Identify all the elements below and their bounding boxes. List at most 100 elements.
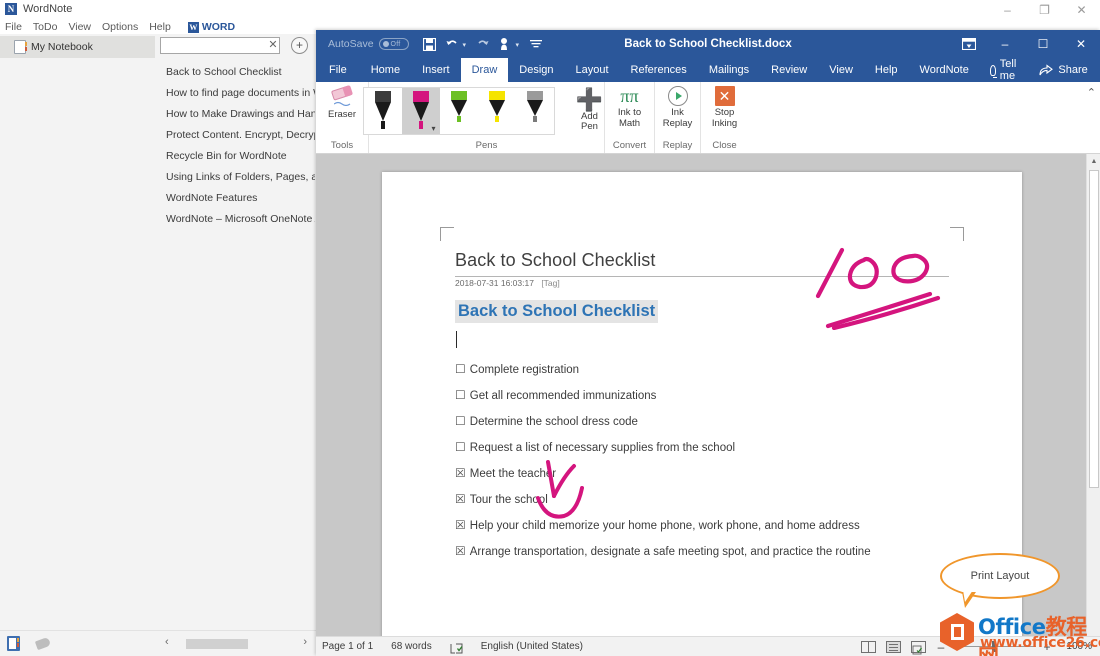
pen-yellow[interactable] [478,88,516,134]
watermark-url: www.office26.com [980,635,1100,651]
tab-insert[interactable]: Insert [411,58,461,82]
list-item[interactable]: ☒ Meet the teacher [455,460,995,486]
ribbon-group-label-tools: Tools [330,140,354,151]
hscroll-thumb[interactable] [186,639,248,649]
tab-home[interactable]: Home [360,58,411,82]
collapse-ribbon-icon[interactable]: ⌃ [1087,86,1096,99]
search-clear-icon[interactable]: ✕ [266,38,280,53]
read-mode-icon[interactable] [861,640,876,653]
tab-file[interactable]: File [316,58,360,82]
eraser-button[interactable]: Eraser [321,85,363,121]
list-item[interactable]: ☒ Help your child memorize your home phon… [455,512,995,538]
ink-to-math-label-line2: Math [618,117,641,129]
list-item[interactable]: Back to School Checklist [160,62,315,83]
pen-magenta[interactable]: ▾ [401,88,440,134]
pen-green[interactable] [440,88,478,134]
checkbox-icon[interactable]: ☐ [455,440,466,454]
margin-corner-top-right [950,227,964,241]
list-item[interactable]: Recycle Bin for WordNote [160,146,315,167]
tab-references[interactable]: References [620,58,698,82]
document-page[interactable]: Back to School Checklist 2018-07-31 16:0… [382,172,1022,636]
list-item[interactable]: ☐ Get all recommended immunizations [455,382,995,408]
checkbox-icon[interactable]: ☐ [455,414,466,428]
list-item[interactable]: ☒ Arrange transportation, designate a saf… [455,538,995,564]
office-logo-icon [940,613,974,651]
list-item[interactable]: WordNote – Microsoft OneNote Altern [160,209,315,230]
notebook-selector[interactable]: My Notebook [0,36,155,58]
proofing-icon[interactable] [450,641,463,654]
checkbox-icon[interactable]: ☒ [455,492,466,506]
list-item[interactable]: ☐ Request a list of necessary supplies fr… [455,434,995,460]
tell-me-box[interactable]: Tell me [980,58,1030,82]
word-badge-label: WORD [201,21,236,33]
word-close-button[interactable]: ✕ [1062,30,1100,58]
wordnote-title: WordNote [23,3,73,15]
note-timestamp: 2018-07-31 16:03:17 [455,278,534,288]
tab-view[interactable]: View [818,58,864,82]
list-item-label: Get all recommended immunizations [469,390,657,402]
menu-item-file[interactable]: File [5,21,22,33]
tab-help[interactable]: Help [864,58,909,82]
share-button[interactable]: Share [1029,58,1097,82]
wordnote-minimize-button[interactable]: – [989,0,1026,20]
wordnote-maximize-button[interactable]: ❐ [1026,0,1063,20]
list-item-label: Determine the school dress code [469,416,638,428]
ink-replay-button[interactable]: Ink Replay [657,86,699,129]
pen-dropdown-icon[interactable]: ▾ [431,124,435,133]
stop-inking-button[interactable]: ✕ Stop Inking [704,86,746,129]
menu-item-options[interactable]: Options [102,21,138,33]
word-badge[interactable]: W WORD [187,21,236,33]
page-indicator[interactable]: Page 1 of 1 [322,641,373,652]
pen-black[interactable] [364,88,402,134]
language-indicator[interactable]: English (United States) [481,641,583,652]
search-input[interactable] [160,37,280,54]
pen-gray[interactable] [516,88,554,134]
print-layout-icon[interactable] [886,640,901,653]
wordnote-logo-icon: N [5,3,17,15]
page-list-hscrollbar[interactable]: ‹ › [160,636,315,652]
menu-item-todo[interactable]: ToDo [33,21,58,33]
word-restore-button[interactable]: ☐ [1024,30,1062,58]
list-item[interactable]: WordNote Features [160,188,315,209]
hscroll-track[interactable] [174,639,304,649]
scroll-up-icon[interactable]: ▲ [1087,154,1100,168]
tab-draw[interactable]: Draw [460,58,509,82]
tab-mailings[interactable]: Mailings [698,58,760,82]
list-item[interactable]: ☐ Determine the school dress code [455,408,995,434]
add-page-button[interactable]: + [291,37,308,54]
word-count[interactable]: 68 words [391,641,432,652]
list-item[interactable]: ☒ Tour the school [455,486,995,512]
tab-layout[interactable]: Layout [565,58,620,82]
ink-to-math-button[interactable]: ππ Ink to Math [609,86,651,129]
list-item[interactable]: Using Links of Folders, Pages, and Par [160,167,315,188]
notebook-icon[interactable] [7,636,20,651]
checkbox-icon[interactable]: ☐ [455,362,466,376]
menu-item-help[interactable]: Help [149,21,171,33]
vscroll-thumb[interactable] [1089,170,1099,488]
document-heading: Back to School Checklist [455,300,659,323]
checkbox-icon[interactable]: ☐ [455,388,466,402]
list-item[interactable]: How to find page documents in Wordn [160,83,315,104]
tab-design[interactable]: Design [508,58,564,82]
checkbox-icon[interactable]: ☒ [455,466,466,480]
notebook-label: My Notebook [31,41,93,53]
tag-icon[interactable] [34,636,52,651]
ribbon-display-options-button[interactable] [952,30,986,58]
note-tag[interactable]: [Tag] [541,278,559,288]
web-layout-icon[interactable] [911,640,926,654]
wordnote-title-group: N WordNote [5,3,72,15]
scroll-right-icon[interactable]: › [303,636,307,648]
tab-review[interactable]: Review [760,58,818,82]
scroll-left-icon[interactable]: ‹ [165,636,169,648]
list-item[interactable]: How to Make Drawings and Handwritin [160,104,315,125]
wordnote-window-controls: – ❐ ✕ [989,0,1100,20]
word-minimize-button[interactable]: – [986,30,1024,58]
document-vertical-scrollbar[interactable]: ▲ [1086,154,1100,636]
list-item[interactable]: ☐ Complete registration [455,356,995,382]
list-item[interactable]: Protect Content. Encrypt, Decrypt, Vi [160,125,315,146]
tab-wordnote[interactable]: WordNote [909,58,980,82]
wordnote-close-button[interactable]: ✕ [1063,0,1100,20]
checkbox-icon[interactable]: ☒ [455,544,466,558]
menu-item-view[interactable]: View [68,21,91,33]
checkbox-icon[interactable]: ☒ [455,518,466,532]
